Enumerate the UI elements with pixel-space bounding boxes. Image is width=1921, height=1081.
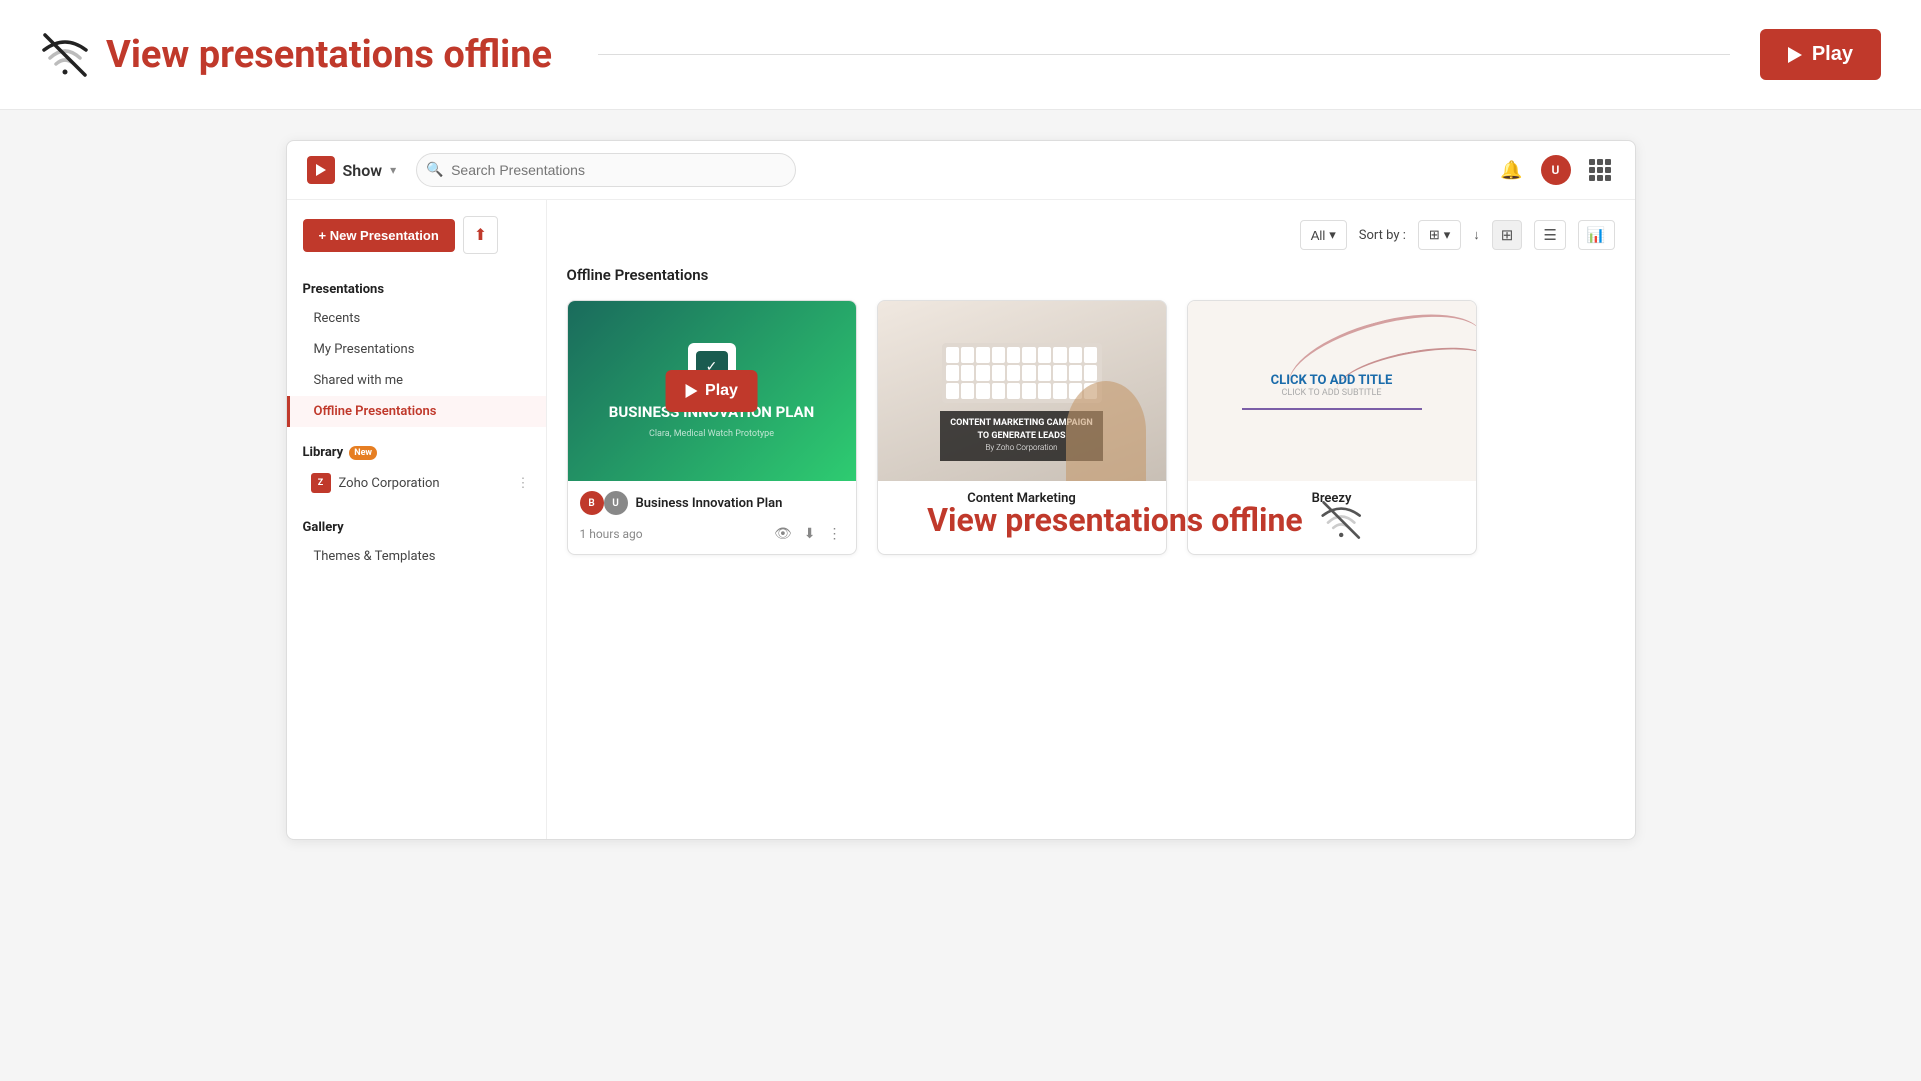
sort-icon: ⊞ (1429, 227, 1440, 243)
top-bar-divider (598, 54, 1730, 55)
app-body: + New Presentation ⬆ Presentations Recen… (287, 200, 1635, 839)
breezy-click-title: CLICK TO ADD TITLE (1242, 373, 1422, 388)
bip-sub-text: Clara, Medical Watch Prototype (649, 429, 774, 439)
sidebar-item-shared-with-me[interactable]: Shared with me (287, 365, 546, 396)
app-header: Show ▾ 🔍 🔔 U (287, 141, 1635, 200)
card-title-bip: Business Innovation Plan (636, 496, 783, 511)
play-button-top[interactable]: Play (1760, 29, 1881, 80)
grid-dot (1597, 167, 1603, 173)
top-bar-left: View presentations offline (40, 30, 1760, 80)
view-list-button[interactable]: ☰ (1534, 220, 1565, 250)
grid-dot (1597, 159, 1603, 165)
app-logo[interactable]: Show ▾ (307, 156, 397, 184)
app-window: Show ▾ 🔍 🔔 U (286, 140, 1636, 840)
grid-dot (1589, 167, 1595, 173)
new-presentation-row: + New Presentation ⬆ (287, 216, 546, 270)
upload-button[interactable]: ⬆ (463, 216, 498, 254)
sidebar-item-offline-presentations[interactable]: Offline Presentations (287, 396, 546, 427)
more-options-button[interactable]: ⋮ (826, 523, 844, 544)
view-chart-button[interactable]: 📊 (1578, 220, 1615, 250)
library-new-badge: New (349, 446, 377, 460)
apps-grid-button[interactable] (1585, 155, 1615, 185)
sort-direction-button[interactable]: ↓ (1473, 227, 1480, 243)
card-title-row-bip: B U Business Innovation Plan (580, 491, 844, 515)
library-header: Library New (287, 435, 546, 466)
play-overlay-button[interactable]: Play (665, 370, 758, 412)
avatar[interactable]: U (1541, 155, 1571, 185)
card-title-cm: Content Marketing (878, 481, 1166, 516)
section-title: Offline Presentations (567, 266, 1615, 284)
zoho-logo: Z (311, 473, 331, 493)
grid-dot (1605, 175, 1611, 181)
grid-dot (1589, 159, 1595, 165)
presentation-thumbnail-breezy: CLICK TO ADD TITLE CLICK TO ADD SUBTITLE (1188, 301, 1476, 481)
chevron-down-icon: ▾ (1329, 227, 1336, 243)
card-avatar-bip2: U (604, 491, 628, 515)
card-avatar-bip: B (580, 491, 604, 515)
filter-button[interactable]: All ▾ (1300, 220, 1347, 250)
notification-button[interactable]: 🔔 (1496, 156, 1526, 185)
cm-hand-decoration (1066, 381, 1146, 481)
wifi-off-icon (40, 30, 90, 80)
card-title-breezy: Breezy (1188, 481, 1476, 516)
content-toolbar: All ▾ Sort by : ⊞ ▾ ↓ ⊞ ☰ 📊 (567, 220, 1615, 250)
view-grid-button[interactable]: ⊞ (1492, 220, 1523, 250)
grid-dot (1589, 175, 1595, 181)
search-input[interactable] (416, 153, 796, 187)
chevron-down-icon: ▾ (1444, 227, 1451, 243)
more-options-icon[interactable]: ⋮ (517, 476, 530, 491)
top-bar: View presentations offline Play (0, 0, 1921, 110)
top-bar-title: View presentations offline (106, 33, 552, 77)
card-meta-row-bip: 1 hours ago 👁 ⬇ ⋮ (580, 523, 844, 544)
grid-dot (1597, 175, 1603, 181)
download-icon-button[interactable]: ⬇ (802, 523, 818, 544)
sidebar: + New Presentation ⬆ Presentations Recen… (287, 200, 547, 839)
sidebar-item-zoho-corporation[interactable]: Z Zoho Corporation ⋮ (287, 466, 546, 500)
sort-button[interactable]: ⊞ ▾ (1418, 220, 1461, 250)
app-logo-icon (307, 156, 335, 184)
search-icon: 🔍 (426, 162, 443, 178)
main-content: View presentations offline All ▾ (547, 200, 1635, 839)
app-logo-text: Show (343, 161, 383, 180)
search-bar: 🔍 (416, 153, 796, 187)
grid-dot (1605, 159, 1611, 165)
presentation-card-cm[interactable]: CONTENT MARKETING CAMPAIGNTO GENERATE LE… (877, 300, 1167, 555)
breezy-line (1242, 408, 1422, 410)
app-container: Show ▾ 🔍 🔔 U (0, 110, 1921, 870)
header-actions: 🔔 U (1496, 155, 1614, 185)
sidebar-item-themes-templates[interactable]: Themes & Templates (287, 541, 546, 572)
breezy-click-subtitle: CLICK TO ADD SUBTITLE (1242, 388, 1422, 398)
key (946, 347, 959, 363)
presentations-section-title: Presentations (287, 270, 546, 303)
library-section: Library New Z Zoho Corporation ⋮ (287, 435, 546, 500)
sidebar-item-recents[interactable]: Recents (287, 303, 546, 334)
grid-dot (1605, 167, 1611, 173)
presentation-card-bip[interactable]: ✓ BUSINESS INNOVATION PLAN Clara, Medica… (567, 300, 857, 555)
breezy-center-text: CLICK TO ADD TITLE CLICK TO ADD SUBTITLE (1242, 373, 1422, 410)
presentations-grid: ✓ BUSINESS INNOVATION PLAN Clara, Medica… (567, 300, 1615, 555)
card-time-bip: 1 hours ago (580, 527, 764, 541)
library-title: Library (303, 445, 344, 460)
sort-label: Sort by : (1359, 228, 1406, 243)
card-action-icons-bip: 👁 ⬇ ⋮ (772, 523, 844, 544)
presentation-card-breezy[interactable]: CLICK TO ADD TITLE CLICK TO ADD SUBTITLE… (1187, 300, 1477, 555)
new-presentation-button[interactable]: + New Presentation (303, 219, 455, 252)
presentation-thumbnail-cm: CONTENT MARKETING CAMPAIGNTO GENERATE LE… (878, 301, 1166, 481)
presentation-thumbnail-bip: ✓ BUSINESS INNOVATION PLAN Clara, Medica… (568, 301, 856, 481)
gallery-section: Gallery Themes & Templates (287, 508, 546, 572)
chevron-down-icon: ▾ (390, 163, 396, 177)
view-icon-button[interactable]: 👁 (772, 523, 794, 544)
sidebar-item-my-presentations[interactable]: My Presentations (287, 334, 546, 365)
zoho-item-left: Z Zoho Corporation (311, 473, 440, 493)
card-footer-bip: B U Business Innovation Plan 1 hours ago… (568, 481, 856, 554)
play-overlay: Play (665, 370, 758, 412)
gallery-section-title: Gallery (287, 508, 546, 541)
